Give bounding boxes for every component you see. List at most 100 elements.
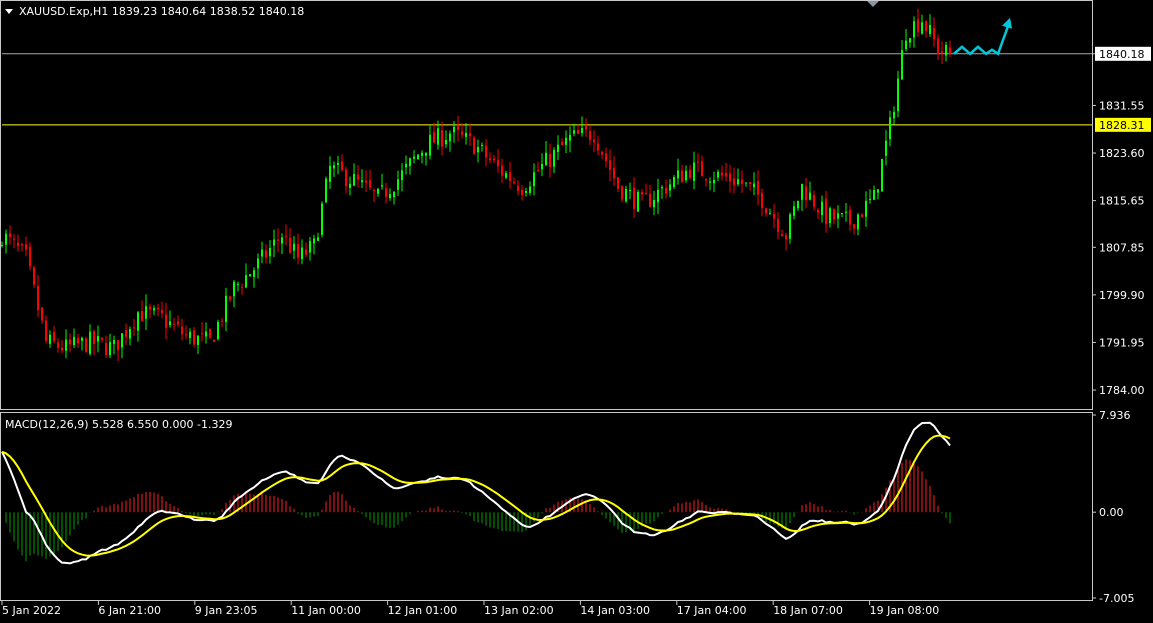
projection-path[interactable] bbox=[953, 20, 1012, 56]
candle bbox=[761, 188, 763, 217]
candle-body bbox=[593, 139, 595, 143]
candle bbox=[597, 136, 599, 156]
candle-body bbox=[97, 336, 99, 342]
candle-body bbox=[729, 173, 731, 182]
candle bbox=[209, 328, 211, 340]
candle bbox=[337, 156, 339, 175]
candle bbox=[769, 208, 771, 215]
candle-body bbox=[817, 209, 819, 213]
candle-body bbox=[193, 330, 195, 345]
candle bbox=[205, 322, 207, 344]
candle bbox=[85, 336, 87, 353]
candle-body bbox=[577, 129, 579, 134]
candle-body bbox=[417, 154, 419, 160]
candle bbox=[601, 150, 603, 159]
candle bbox=[465, 122, 467, 145]
horizontal-level-lines[interactable] bbox=[2, 53, 1092, 126]
macd-tick-label: 7.936 bbox=[1099, 409, 1131, 422]
candle bbox=[817, 208, 819, 219]
candle-body bbox=[777, 219, 779, 232]
candle-body bbox=[197, 335, 199, 345]
candle bbox=[629, 182, 631, 200]
candle-body bbox=[925, 21, 927, 31]
candle-body bbox=[377, 188, 379, 194]
candle bbox=[837, 205, 839, 229]
candle-body bbox=[253, 270, 255, 277]
candle bbox=[277, 228, 279, 253]
candle bbox=[773, 204, 775, 229]
candle-body bbox=[73, 336, 75, 346]
candle-body bbox=[209, 328, 211, 338]
candle bbox=[861, 213, 863, 218]
candle-body bbox=[793, 206, 795, 216]
candle bbox=[745, 182, 747, 187]
candle bbox=[293, 236, 295, 260]
dropdown-triangle-icon[interactable] bbox=[5, 9, 13, 14]
candle bbox=[529, 181, 531, 196]
candle-body bbox=[797, 200, 799, 209]
candle bbox=[649, 184, 651, 208]
candle-body bbox=[57, 342, 59, 348]
candle-body bbox=[113, 340, 115, 344]
candle bbox=[537, 161, 539, 173]
candle-body bbox=[405, 163, 407, 168]
candle bbox=[429, 125, 431, 160]
candle bbox=[693, 151, 695, 190]
candle bbox=[113, 335, 115, 355]
candle-body bbox=[661, 187, 663, 189]
candle bbox=[925, 20, 927, 38]
candle bbox=[93, 329, 95, 355]
candle bbox=[41, 306, 43, 324]
time-tick-label: 9 Jan 23:05 bbox=[195, 604, 258, 617]
candle bbox=[45, 315, 47, 344]
candle-body bbox=[765, 208, 767, 214]
candle-body bbox=[865, 200, 867, 217]
candle-body bbox=[901, 50, 903, 80]
candle bbox=[733, 167, 735, 194]
candle bbox=[65, 329, 67, 359]
candle-body bbox=[693, 162, 695, 181]
candle bbox=[525, 187, 527, 197]
candle-body bbox=[825, 198, 827, 225]
price-tick-label: 1831.55 bbox=[1099, 99, 1145, 112]
candle-body bbox=[625, 189, 627, 202]
candle-body bbox=[233, 281, 235, 297]
candle bbox=[25, 236, 27, 257]
candle bbox=[753, 172, 755, 196]
projection-arrow[interactable] bbox=[953, 17, 1012, 56]
candle bbox=[289, 228, 291, 254]
candle-body bbox=[749, 182, 751, 185]
candle-body bbox=[497, 159, 499, 167]
candle-body bbox=[653, 200, 655, 208]
candle-body bbox=[441, 130, 443, 147]
candle-body bbox=[449, 133, 451, 142]
candle-body bbox=[713, 179, 715, 184]
candle-body bbox=[489, 158, 491, 161]
candle-body bbox=[893, 111, 895, 119]
candle bbox=[585, 118, 587, 137]
candle-body bbox=[613, 167, 615, 179]
candle-body bbox=[413, 156, 415, 159]
candle bbox=[749, 181, 751, 191]
candle-body bbox=[533, 172, 535, 187]
candle bbox=[833, 207, 835, 225]
candle-body bbox=[861, 214, 863, 218]
candle-body bbox=[573, 130, 575, 134]
candle bbox=[513, 177, 515, 185]
candle-body bbox=[669, 184, 671, 191]
candle bbox=[397, 170, 399, 196]
candle-body bbox=[697, 161, 699, 163]
candle bbox=[117, 340, 119, 362]
candle bbox=[165, 302, 167, 340]
candle-body bbox=[649, 193, 651, 207]
candle bbox=[341, 154, 343, 172]
candle-body bbox=[457, 124, 459, 130]
chart-canvas[interactable]: 1831.55 1823.60 1815.65 1807.85 1799.90 1791.… bbox=[0, 0, 1153, 619]
candle-body bbox=[565, 137, 567, 145]
candle bbox=[21, 242, 23, 252]
window-shift-marker-icon[interactable] bbox=[867, 1, 879, 7]
candle bbox=[157, 303, 159, 317]
candle bbox=[53, 325, 55, 344]
candle-body bbox=[633, 187, 635, 209]
candle bbox=[845, 203, 847, 222]
